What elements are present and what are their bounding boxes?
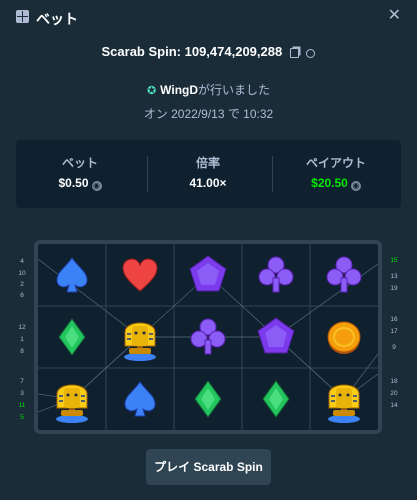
star-icon: ✪ bbox=[146, 85, 157, 97]
bet-stat: ベット $0.50 ◉ bbox=[16, 140, 144, 208]
payline-number: 17 bbox=[390, 328, 398, 335]
timestamp: オン 2022/9/13 で 10:32 bbox=[143, 107, 274, 121]
payline-number: 11 bbox=[18, 402, 26, 409]
pentagon-symbol bbox=[251, 312, 301, 362]
spade-symbol bbox=[47, 250, 97, 300]
game-id-line: Scarab Spin: 109,474,209,288 bbox=[0, 44, 417, 60]
payline-number: 2 bbox=[20, 281, 24, 288]
club-symbol bbox=[251, 250, 301, 300]
placed-by-suffix: が行いました bbox=[198, 83, 271, 97]
payline-number: 10 bbox=[18, 270, 26, 277]
link-icon[interactable] bbox=[304, 47, 318, 60]
payline-number: 12 bbox=[18, 324, 26, 331]
payline-number: 5 bbox=[20, 414, 24, 421]
payline-number: 1 bbox=[20, 336, 24, 343]
payline-numbers-left: 4 10 2 6 12 1 8 7 3 11 5 bbox=[12, 250, 32, 430]
payline-number: 19 bbox=[390, 285, 398, 292]
coin-symbol bbox=[319, 312, 369, 362]
bet-value: $0.50 bbox=[58, 176, 89, 190]
diamond-symbol bbox=[251, 374, 301, 424]
bet-label: ベット bbox=[61, 156, 98, 170]
currency-icon: ◉ bbox=[350, 181, 361, 191]
username-link[interactable]: WingD bbox=[160, 83, 198, 97]
close-icon[interactable]: ✕ bbox=[388, 8, 401, 24]
payout-value-row: $20.50 ◉ bbox=[272, 176, 400, 191]
multiplier-value: 41.00× bbox=[189, 176, 227, 190]
slot-board bbox=[34, 240, 382, 434]
pharaoh-symbol bbox=[115, 312, 165, 362]
game-name: Scarab Spin: bbox=[101, 44, 181, 59]
payline-number: 7 bbox=[20, 378, 24, 385]
spade-symbol bbox=[115, 374, 165, 424]
pentagon-symbol bbox=[183, 250, 233, 300]
pharaoh-symbol bbox=[47, 374, 97, 424]
modal-title: ベット bbox=[36, 11, 78, 27]
pharaoh-symbol bbox=[319, 374, 369, 424]
payline-number: 18 bbox=[390, 378, 398, 385]
payline-number: 13 bbox=[390, 273, 398, 280]
payout-label: ペイアウト bbox=[305, 156, 366, 170]
payline-number: 4 bbox=[20, 258, 24, 265]
payline-number: 15 bbox=[390, 257, 398, 264]
diamond-symbol bbox=[47, 312, 97, 362]
club-symbol bbox=[319, 250, 369, 300]
payline-number: 6 bbox=[20, 292, 24, 299]
payline-numbers-right: 15 13 19 16 17 9 18 20 14 bbox=[384, 250, 404, 430]
payline-number: 8 bbox=[20, 348, 24, 355]
payline-number: 14 bbox=[390, 402, 398, 409]
placed-by-line: ✪ WingDが行いました bbox=[0, 81, 417, 98]
club-symbol bbox=[183, 312, 233, 362]
currency-icon: ◉ bbox=[91, 181, 102, 191]
diamond-symbol bbox=[183, 374, 233, 424]
heart-symbol bbox=[115, 250, 165, 300]
copy-icon[interactable] bbox=[289, 48, 299, 58]
payline-number: 16 bbox=[390, 316, 398, 323]
payline-number: 9 bbox=[392, 344, 396, 351]
payline-number: 20 bbox=[390, 390, 398, 397]
payout-stat: ペイアウト $20.50 ◉ bbox=[272, 140, 400, 208]
multiplier-label: 倍率 bbox=[195, 156, 220, 170]
bet-stats-panel: ベット $0.50 ◉ 倍率 41.00× ペイアウト $20.50 ◉ bbox=[16, 140, 401, 208]
play-game-button[interactable]: プレイ Scarab Spin bbox=[146, 449, 271, 485]
payline-number: 3 bbox=[20, 390, 24, 397]
bet-id: 109,474,209,288 bbox=[184, 44, 283, 59]
payout-value: $20.50 bbox=[311, 176, 348, 190]
bet-value-row: $0.50 ◉ bbox=[16, 176, 144, 191]
bet-icon bbox=[16, 10, 29, 23]
multiplier-stat: 倍率 41.00× bbox=[144, 140, 272, 208]
modal-header: ベット ✕ bbox=[0, 0, 417, 34]
